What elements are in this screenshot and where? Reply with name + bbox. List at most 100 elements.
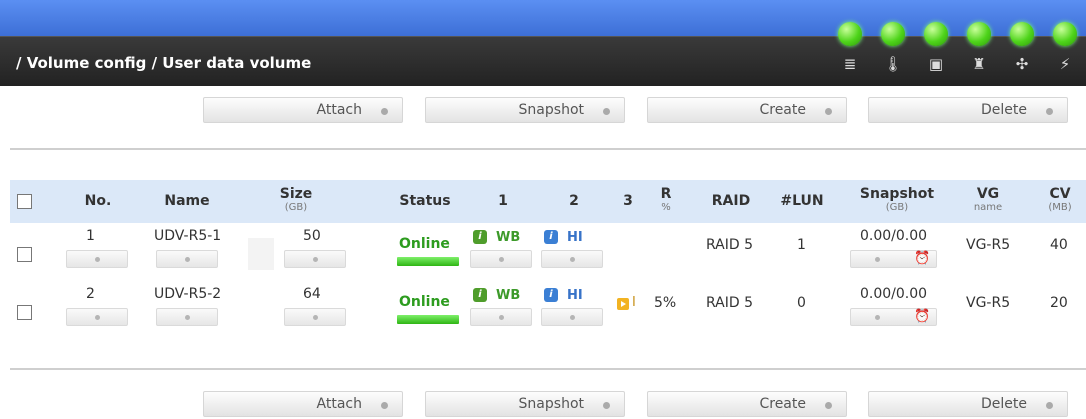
row-size-button[interactable] [284, 250, 346, 268]
info-icon[interactable]: i [473, 288, 487, 302]
divider [10, 368, 1086, 370]
row-cv: 40 [1050, 237, 1068, 253]
row-name-button[interactable] [156, 250, 218, 268]
row-rebuild-percent: 5% [654, 295, 677, 311]
table-row[interactable]: 1 UDV-R5-1 50 Online i WB i HI RAID 5 1 … [10, 226, 1086, 276]
alarm-clock-icon: ⏰ [914, 251, 931, 266]
initializing-icon [617, 298, 629, 310]
delete-label: Delete [981, 102, 1027, 118]
row-vg: VG-R5 [966, 237, 1011, 253]
size-placeholder [248, 238, 274, 270]
cache-button[interactable] [470, 308, 532, 326]
row-cv: 20 [1050, 295, 1068, 311]
online-bar [397, 257, 459, 266]
row-no-button[interactable] [66, 308, 128, 326]
create-button[interactable]: Create [647, 97, 847, 123]
snapshot-schedule-button[interactable]: ⏰ [850, 308, 937, 326]
create-label: Create [759, 102, 806, 118]
fan-icon[interactable]: ✣ [1012, 54, 1032, 74]
snapshot-label: Snapshot [518, 102, 584, 118]
alarm-clock-icon: ⏰ [914, 309, 931, 324]
info-icon[interactable]: i [544, 230, 558, 244]
snapshot-label: Snapshot [518, 396, 584, 412]
table-row[interactable]: 2 UDV-R5-2 64 Online i WB i HI I 5% RAID… [10, 284, 1086, 334]
temperature-icon[interactable]: 🌡 [883, 54, 903, 74]
row-size: 50 [303, 228, 321, 244]
table-header: No. Name Size (GB) Status 1 2 3 R% RAID #… [10, 180, 1086, 223]
cache-button[interactable] [470, 250, 532, 268]
delete-button[interactable]: Delete [868, 97, 1068, 123]
status-online: Online [399, 294, 450, 310]
delete-indicator-icon [1046, 108, 1053, 115]
create-label: Create [759, 396, 806, 412]
attach-indicator-icon [381, 108, 388, 115]
row-name-button[interactable] [156, 308, 218, 326]
row-raid: RAID 5 [706, 295, 754, 311]
divider [10, 148, 1086, 150]
row-checkbox[interactable] [17, 305, 32, 320]
col-cv: CV (MB) [1048, 186, 1072, 213]
info-icon[interactable]: i [473, 230, 487, 244]
create-button[interactable]: Create [647, 391, 847, 417]
row-snapshot: 0.00/0.00 [860, 228, 928, 244]
priority-button[interactable] [541, 308, 603, 326]
delete-button[interactable]: Delete [868, 391, 1068, 417]
col-vg: VG name [973, 186, 1003, 213]
col-raid: RAID [711, 193, 751, 209]
breadcrumb: / Volume config / User data volume [16, 54, 312, 72]
snapshot-button[interactable]: Snapshot [425, 391, 625, 417]
priority-button[interactable] [541, 250, 603, 268]
snapshot-indicator-icon [603, 402, 610, 409]
row-snapshot: 0.00/0.00 [860, 286, 928, 302]
row-no: 2 [86, 286, 95, 302]
row-name: UDV-R5-1 [154, 228, 222, 244]
row-size-button[interactable] [284, 308, 346, 326]
row-no: 1 [86, 228, 95, 244]
create-indicator-icon [825, 402, 832, 409]
row-lun: 0 [797, 295, 806, 311]
write-back-tag: WB [496, 288, 521, 303]
hi-tag: HI [567, 230, 583, 245]
row-no-button[interactable] [66, 250, 128, 268]
snapshot-button[interactable]: Snapshot [425, 97, 625, 123]
initializing-tag: I [632, 295, 636, 310]
snapshot-schedule-button[interactable]: ⏰ [850, 250, 937, 268]
row-checkbox[interactable] [17, 247, 32, 262]
bottom-action-bar: Attach Snapshot Create Delete [0, 391, 1086, 417]
disk-stack-icon[interactable]: ≣ [840, 54, 860, 74]
delete-label: Delete [981, 396, 1027, 412]
col-3: 3 [623, 193, 633, 209]
ups-status-led [967, 22, 991, 46]
fan-status-led [1010, 22, 1034, 46]
create-indicator-icon [825, 108, 832, 115]
info-icon[interactable]: i [544, 288, 558, 302]
col-1: 1 [498, 193, 508, 209]
attach-button[interactable]: Attach [203, 97, 403, 123]
voltage-icon[interactable]: ⚡ [1055, 54, 1075, 74]
top-action-bar: Attach Snapshot Create Delete [0, 97, 1086, 123]
col-name: Name [164, 193, 210, 209]
power-status-led [924, 22, 948, 46]
col-snapshot: Snapshot (GB) [859, 186, 935, 213]
row-raid: RAID 5 [706, 237, 754, 253]
top-header: / Volume config / User data volume ≣ 🌡 ▣… [0, 0, 1086, 86]
col-lun: #LUN [780, 193, 824, 209]
row-lun: 1 [797, 237, 806, 253]
ups-icon[interactable]: ♜ [969, 54, 989, 74]
row-size: 64 [303, 286, 321, 302]
col-status: Status [399, 193, 451, 209]
power-supply-icon[interactable]: ▣ [926, 54, 946, 74]
row-name: UDV-R5-2 [154, 286, 222, 302]
delete-indicator-icon [1046, 402, 1053, 409]
select-all-checkbox[interactable] [17, 194, 32, 209]
attach-button[interactable]: Attach [203, 391, 403, 417]
write-back-tag: WB [496, 230, 521, 245]
temperature-status-led [881, 22, 905, 46]
status-online: Online [399, 236, 450, 252]
status-indicator-panel: ≣ 🌡 ▣ ♜ ✣ ⚡ [838, 22, 1078, 82]
row-vg: VG-R5 [966, 295, 1011, 311]
col-no: No. [84, 193, 112, 209]
disk-status-led [838, 22, 862, 46]
snapshot-indicator-icon [603, 108, 610, 115]
online-bar [397, 315, 459, 324]
